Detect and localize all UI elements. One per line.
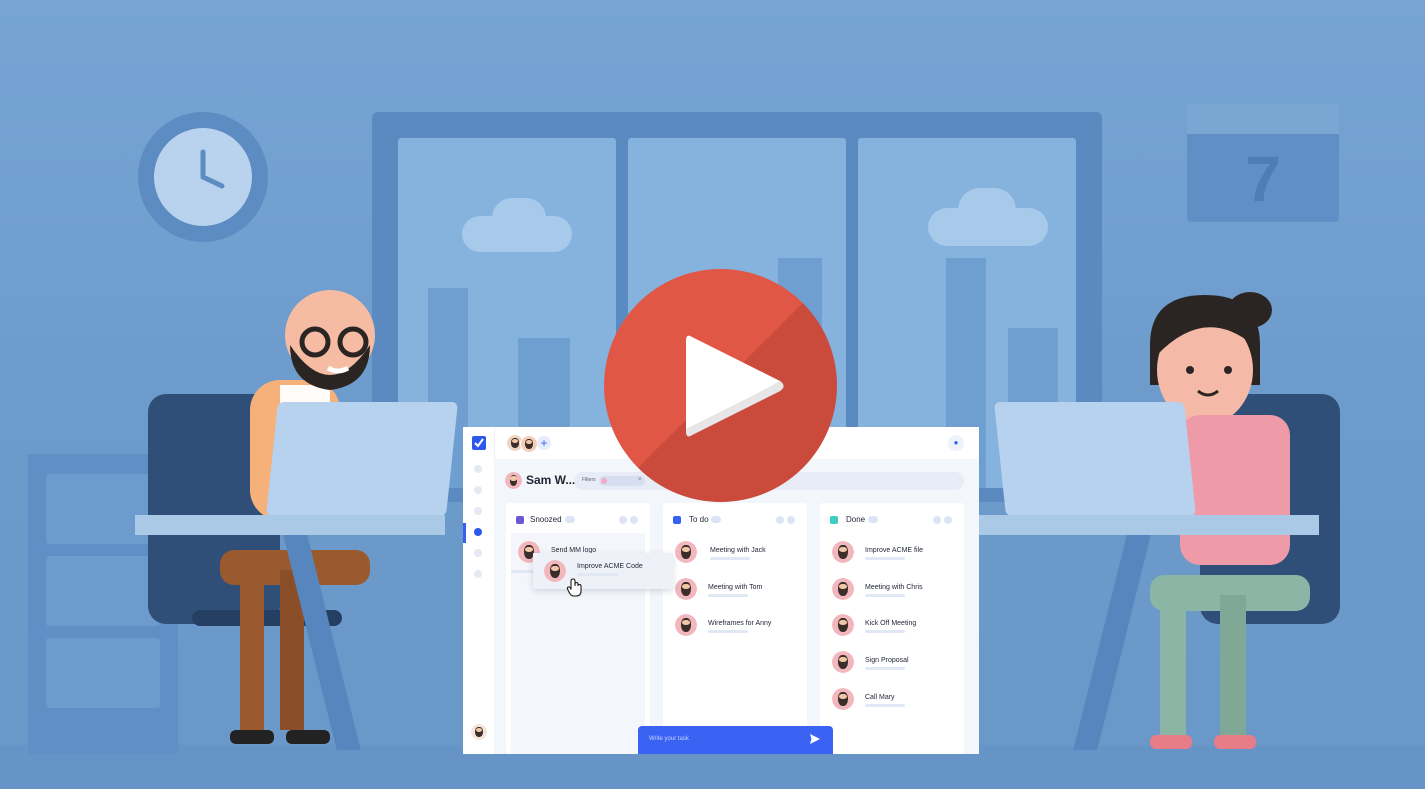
task-input-placeholder: Write your task: [649, 736, 689, 742]
task-card[interactable]: Improve ACME file: [832, 541, 957, 567]
sidebar-item-3[interactable]: [474, 507, 482, 515]
sidebar-item-6[interactable]: [474, 570, 482, 578]
board-area: Sam W... Filters × Snoozed Send MM logo: [494, 459, 979, 754]
task-card[interactable]: Wireframes for Anny: [675, 614, 800, 640]
column-title: To do: [689, 515, 709, 524]
column-done: Done Improve ACME file Meeting with Chri…: [820, 503, 964, 754]
write-task-input[interactable]: Write your task: [638, 726, 833, 754]
task-card[interactable]: Kick Off Meeting: [832, 614, 957, 640]
send-icon[interactable]: [810, 734, 820, 744]
card-avatar: [675, 578, 697, 600]
column-color-swatch: [516, 516, 524, 524]
filters-label: Filters: [582, 477, 596, 483]
sidebar-item-1[interactable]: [474, 465, 482, 473]
filter-chip[interactable]: ×: [599, 476, 645, 486]
card-title: Sign Proposal: [865, 657, 909, 664]
checkmark-logo-icon[interactable]: [472, 436, 486, 450]
card-title: Meeting with Tom: [708, 584, 763, 591]
filter-chip-close-icon[interactable]: ×: [638, 477, 642, 483]
sidebar-item-4[interactable]: [474, 528, 482, 536]
notification-icon[interactable]: ●: [948, 435, 964, 451]
play-icon: [686, 335, 784, 437]
hand-cursor-icon: [566, 578, 582, 597]
card-title: Kick Off Meeting: [865, 620, 917, 627]
card-title: Meeting with Jack: [710, 547, 766, 554]
laptop-left-icon: [266, 402, 458, 516]
sidebar-active-indicator: [463, 523, 466, 543]
column-menu-dot[interactable]: [944, 516, 952, 524]
sidebar-item-5[interactable]: [474, 549, 482, 557]
laptop-right-icon: [994, 402, 1196, 516]
board-user-name[interactable]: Sam W...: [526, 473, 575, 487]
card-avatar: [832, 541, 854, 563]
card-avatar: [675, 614, 697, 636]
card-avatar: [832, 614, 854, 636]
column-title: Done: [846, 515, 866, 524]
card-title: Improve ACME file: [865, 547, 923, 554]
dragging-task-card[interactable]: Improve ACME Code: [533, 553, 673, 589]
card-avatar: [832, 688, 854, 710]
card-title: Call Mary: [865, 694, 895, 701]
calendar-day: 7: [1245, 143, 1281, 215]
card-avatar: [675, 541, 697, 563]
task-card[interactable]: Call Mary: [832, 688, 957, 714]
column-menu-dot[interactable]: [787, 516, 795, 524]
desk-right: [979, 515, 1319, 535]
sidebar-item-2[interactable]: [474, 486, 482, 494]
wall-clock-icon: [138, 112, 268, 242]
column-snoozed: Snoozed Send MM logo: [506, 503, 650, 754]
user-avatar[interactable]: [505, 472, 522, 489]
card-title: Improve ACME Code: [577, 563, 643, 570]
video-thumbnail[interactable]: 7 + ● Sam W... Filters × Snoozed Send MM…: [0, 0, 1425, 789]
add-member-plus-icon[interactable]: +: [537, 436, 551, 450]
task-card[interactable]: Meeting with Chris: [832, 578, 957, 604]
task-card[interactable]: Meeting with Jack: [675, 541, 800, 567]
sidebar: [463, 427, 495, 754]
card-title: Meeting with Chris: [865, 584, 923, 591]
column-todo: To do Meeting with Jack Meeting with Tom…: [663, 503, 807, 754]
column-menu-dot[interactable]: [776, 516, 784, 524]
card-avatar: [832, 578, 854, 600]
play-video-button[interactable]: [604, 269, 837, 502]
profile-avatar[interactable]: [471, 724, 487, 740]
task-card[interactable]: Meeting with Tom: [675, 578, 800, 604]
task-card[interactable]: Sign Proposal: [832, 651, 957, 677]
column-menu-dot[interactable]: [933, 516, 941, 524]
column-menu-dot[interactable]: [619, 516, 627, 524]
card-avatar: [832, 651, 854, 673]
column-menu-dot[interactable]: [630, 516, 638, 524]
desk-left: [135, 515, 445, 535]
column-color-swatch: [830, 516, 838, 524]
card-avatar: [544, 560, 566, 582]
column-color-swatch: [673, 516, 681, 524]
team-avatar-2[interactable]: [520, 435, 538, 453]
wall-calendar-icon: 7: [1187, 104, 1339, 222]
column-title: Snoozed: [530, 515, 562, 524]
card-title: Wireframes for Anny: [708, 620, 772, 627]
